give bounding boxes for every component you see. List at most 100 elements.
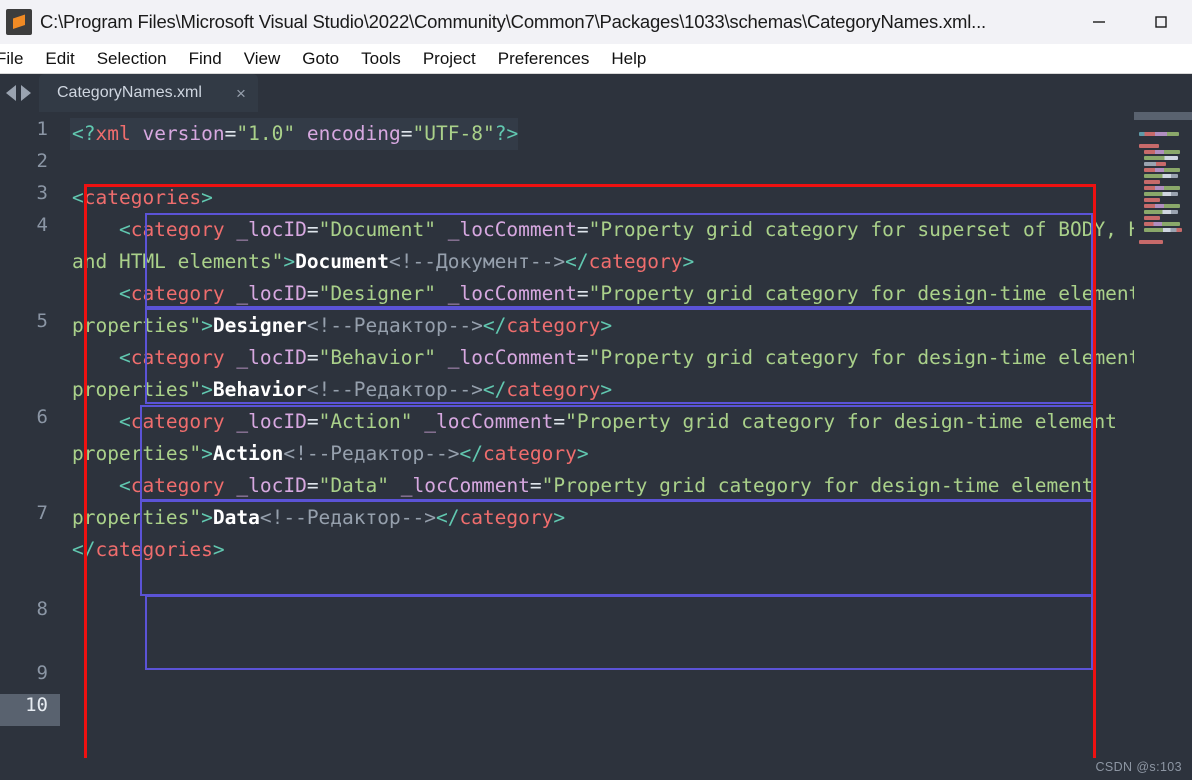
sublime-text-icon xyxy=(6,9,32,35)
code-minimap[interactable] xyxy=(1134,112,1192,780)
menu-item-find[interactable]: Find xyxy=(178,44,233,74)
category-text: Data xyxy=(212,506,260,529)
line-number: 3 xyxy=(36,182,48,204)
attr-loccomment: _locComment xyxy=(400,474,530,497)
minimap-row xyxy=(1144,192,1178,196)
closing-bracket: > xyxy=(600,314,613,337)
closing-tag-bracket: </ xyxy=(459,442,483,465)
open-bracket: < xyxy=(118,218,131,241)
menu-item-edit[interactable]: Edit xyxy=(34,44,85,74)
code-line-8: <category _locID="Data" _locComment="Pro… xyxy=(70,470,1192,534)
attr-locid: _locID xyxy=(236,346,307,369)
minimap-row xyxy=(1139,144,1159,148)
editor-bottom-strip xyxy=(0,758,1192,780)
closing-bracket: > xyxy=(576,442,589,465)
category-tag-name: category xyxy=(130,410,225,433)
locid-value: "Behavior" xyxy=(318,346,436,369)
attr-loccomment: _locComment xyxy=(447,346,577,369)
xml-decl-close: ?> xyxy=(494,122,519,145)
category-text: Behavior xyxy=(212,378,307,401)
code-editor[interactable]: 1 2 3 4 5 6 7 8 9 10 <?xml version="1.0"… xyxy=(0,112,1192,780)
minimize-icon[interactable] xyxy=(1068,0,1130,44)
line-number: 1 xyxy=(36,118,48,140)
menu-bar: File Edit Selection Find View Goto Tools… xyxy=(0,44,1192,74)
category-text: Action xyxy=(212,442,284,465)
category-tag-name: category xyxy=(130,282,225,305)
open-bracket: < xyxy=(118,474,131,497)
equals-sign: = xyxy=(224,122,237,145)
xml-comment: <!--Редактор--> xyxy=(283,442,460,465)
category-tag-name: category xyxy=(130,474,225,497)
minimap-row xyxy=(1144,156,1178,160)
maximize-icon[interactable] xyxy=(1130,0,1192,44)
code-line-1: <?xml version="1.0" encoding="UTF-8"?> xyxy=(70,118,519,150)
minimap-row xyxy=(1144,150,1180,154)
attr-locid: _locID xyxy=(236,218,307,241)
menu-item-help[interactable]: Help xyxy=(600,44,657,74)
minimap-row xyxy=(1144,204,1180,208)
line-number: 4 xyxy=(36,214,48,236)
line-number: 9 xyxy=(36,662,48,684)
equals-sign: = xyxy=(400,122,413,145)
minimap-row xyxy=(1144,180,1160,184)
chevron-right-icon[interactable] xyxy=(21,85,31,101)
xml-comment: <!--Редактор--> xyxy=(306,314,483,337)
line-number: 2 xyxy=(36,150,48,172)
closing-bracket: > xyxy=(553,506,566,529)
locid-value: "Document" xyxy=(318,218,436,241)
close-bracket: > xyxy=(283,250,296,273)
menu-item-view[interactable]: View xyxy=(233,44,292,74)
menu-item-goto[interactable]: Goto xyxy=(291,44,350,74)
attr-loccomment: _locComment xyxy=(447,218,577,241)
chevron-left-icon[interactable] xyxy=(6,85,16,101)
locid-value: "Data" xyxy=(318,474,390,497)
menu-item-tools[interactable]: Tools xyxy=(350,44,412,74)
minimap-row xyxy=(1144,174,1178,178)
xml-decl-encoding-value: "UTF-8" xyxy=(412,122,495,145)
tab-bar: CategoryNames.xml × xyxy=(0,74,1192,112)
code-line-7: <category _locID="Action" _locComment="P… xyxy=(70,406,1192,470)
closing-bracket: > xyxy=(600,378,613,401)
tab-label: CategoryNames.xml xyxy=(57,84,202,101)
close-bracket: > xyxy=(201,506,213,529)
minimap-row xyxy=(1144,210,1178,214)
line-number-active: 10 xyxy=(0,694,60,726)
categories-tag-name: categories xyxy=(83,186,202,209)
xml-decl-open: <? xyxy=(72,122,96,145)
code-line-4: <category _locID="Document" _locComment=… xyxy=(70,214,1192,278)
xml-comment: <!--Документ--> xyxy=(389,250,566,273)
open-bracket: < xyxy=(72,186,84,209)
minimap-row xyxy=(1144,162,1166,166)
equals-sign: = xyxy=(306,282,319,305)
close-icon[interactable]: × xyxy=(236,85,246,102)
xml-decl-attr-encoding: encoding xyxy=(295,122,401,145)
closing-tag-name: category xyxy=(482,442,577,465)
equals-sign: = xyxy=(306,474,319,497)
code-content[interactable]: <?xml version="1.0" encoding="UTF-8"?> <… xyxy=(60,112,1192,780)
minimap-row xyxy=(1144,186,1180,190)
minimap-row xyxy=(1144,168,1180,172)
closing-bracket: > xyxy=(212,538,225,561)
closing-tag-name: category xyxy=(459,506,554,529)
attr-locid: _locID xyxy=(236,282,307,305)
code-line-6: <category _locID="Behavior" _locComment=… xyxy=(70,342,1192,406)
menu-item-selection[interactable]: Selection xyxy=(86,44,178,74)
open-bracket: < xyxy=(118,410,131,433)
xml-decl-attr-version: version xyxy=(130,122,225,145)
menu-item-preferences[interactable]: Preferences xyxy=(487,44,601,74)
category-text: Document xyxy=(295,250,389,273)
menu-item-file[interactable]: File xyxy=(0,44,34,74)
attr-locid: _locID xyxy=(236,410,307,433)
close-bracket: > xyxy=(201,186,213,209)
minimap-viewport[interactable] xyxy=(1134,112,1192,120)
line-number: 5 xyxy=(36,310,48,332)
line-number-gutter: 1 2 3 4 5 6 7 8 9 10 xyxy=(0,112,60,780)
equals-sign: = xyxy=(553,410,566,433)
equals-sign: = xyxy=(306,218,319,241)
minimap-row xyxy=(1144,228,1182,232)
minimap-row xyxy=(1139,240,1163,244)
closing-tag-bracket: </ xyxy=(72,538,96,561)
tab-categorynames-xml[interactable]: CategoryNames.xml × xyxy=(39,74,258,112)
menu-item-project[interactable]: Project xyxy=(412,44,487,74)
